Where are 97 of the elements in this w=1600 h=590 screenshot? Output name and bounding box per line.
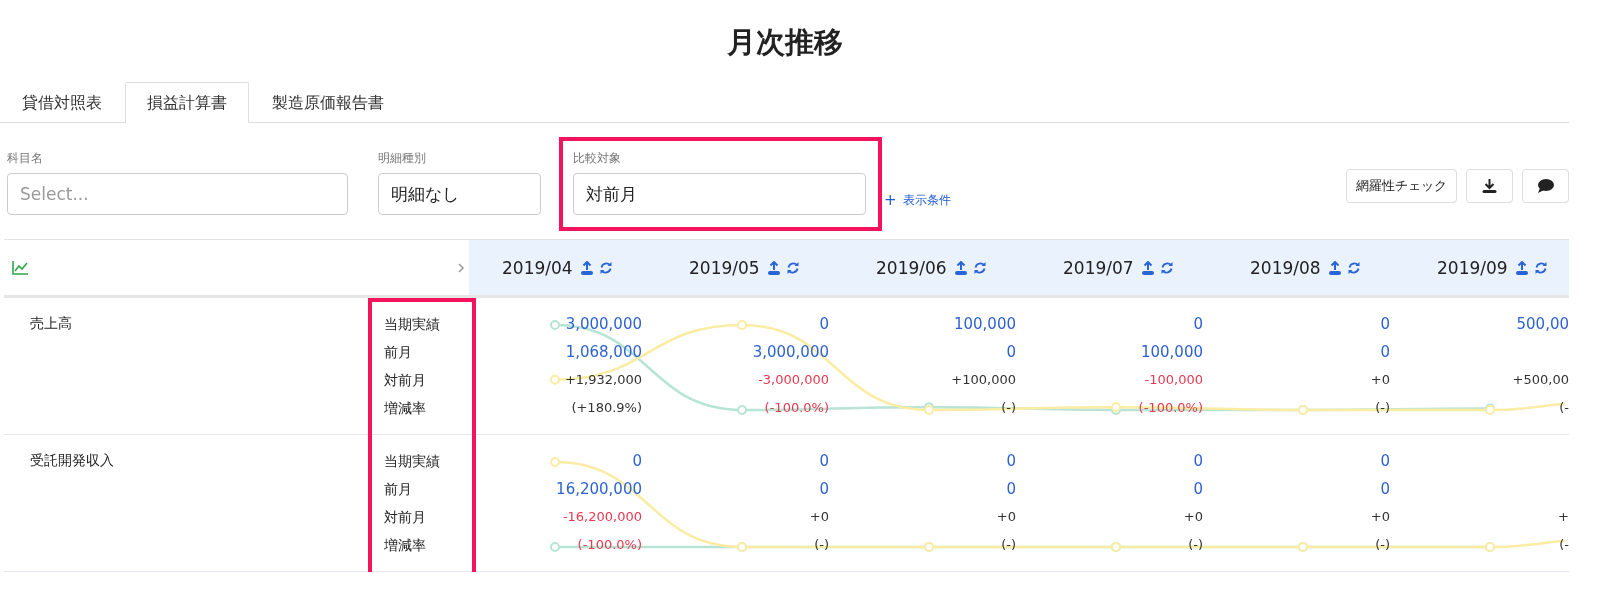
refresh-icon [1346,260,1361,275]
table-cell: 0 [1380,315,1390,333]
metric-label: 前月 [383,480,413,499]
data-point [737,405,747,415]
metric-label: 増減率 [383,399,427,418]
table-cell: 0 [1380,343,1390,361]
account-name: 受託開発収入 [29,451,115,470]
table-cell: +500,00 [1512,372,1569,387]
table-cell: 0 [1006,452,1016,470]
table-cell: + [1558,509,1569,524]
table-cell: 0 [1006,343,1016,361]
data-point [550,542,560,552]
table-cell: +0 [1370,509,1390,524]
month-header: 2019/06 [876,257,947,278]
speech-bubble-icon [1536,178,1555,194]
upload-icon [1514,260,1529,275]
table-cell: -100,000 [1144,372,1203,387]
table-cell: 3,000,000 [752,343,829,361]
table-cell: (-) [1375,537,1390,552]
table-cell: +0 [809,509,829,524]
refresh-icon [1159,260,1174,275]
table-cell: (-) [1188,537,1203,552]
select-field[interactable]: 対前月 [573,173,866,215]
table-cell: -16,200,000 [562,509,642,524]
metric-label: 対前月 [383,371,427,390]
download-icon [1481,178,1498,194]
table-cell: +0 [1370,372,1390,387]
table-cell: 0 [632,452,642,470]
table-cell: (-100.0%) [577,537,642,552]
page-title: 月次推移 [726,24,843,61]
refresh-icon [1533,260,1548,275]
table-cell: (-100.0%) [764,400,829,415]
table-cell: +100,000 [951,372,1016,387]
table-cell: 0 [1193,315,1203,333]
table-cell: (-100.0%) [1138,400,1203,415]
data-point [550,320,560,330]
table-cell: 500,00 [1516,315,1569,333]
chevron-icon [458,262,465,273]
metric-label: 前月 [383,343,413,362]
check-button[interactable]: 網羅性チェック [1346,169,1457,203]
table-cell: -3,000,000 [758,372,829,387]
table-cell: +0 [1183,509,1203,524]
month-header: 2019/08 [1250,257,1321,278]
table-cell: (-) [814,537,829,552]
add-condition-link[interactable]: + 表示条件 [884,191,951,209]
table-cell: 0 [1380,452,1390,470]
table-cell: 0 [819,480,829,498]
tab[interactable]: 製造原価報告書 [250,82,406,122]
metric-label: 増減率 [383,536,427,555]
upload-icon [953,260,968,275]
line-chart-icon [12,260,29,275]
upload-icon [579,260,594,275]
month-header: 2019/04 [502,257,573,278]
tab[interactable]: 損益計算書 [125,82,249,123]
table-cell: 0 [819,315,829,333]
table-cell: 1,068,000 [565,343,642,361]
table-cell: 0 [1193,452,1203,470]
table-cell: 100,000 [953,315,1016,333]
table-cell: (-) [1001,537,1016,552]
refresh-icon [972,260,987,275]
field-label: 科目名 [7,150,44,167]
table-cell: (-) [1375,400,1390,415]
comment-button[interactable] [1522,169,1569,203]
month-header: 2019/07 [1063,257,1134,278]
table-cell: (- [1559,400,1569,415]
table-cell: 0 [1193,480,1203,498]
account-name: 売上高 [29,314,73,333]
table-cell: +1,932,000 [564,372,642,387]
upload-icon [1140,260,1155,275]
metric-label: 対前月 [383,508,427,527]
table-cell: +0 [996,509,1016,524]
data-point [737,320,747,330]
upload-icon [1327,260,1342,275]
metric-label: 当期実績 [383,452,441,471]
upload-icon [766,260,781,275]
table-cell: 3,000,000 [565,315,642,333]
data-point [550,374,560,385]
table-cell: 0 [819,452,829,470]
month-header: 2019/05 [689,257,760,278]
download-button[interactable] [1466,169,1513,203]
tab[interactable]: 貸借対照表 [0,82,124,122]
table-cell: 100,000 [1140,343,1203,361]
table-cell: 0 [1380,480,1390,498]
select-field[interactable]: 明細なし [378,173,541,215]
table-cell: (-) [1001,400,1016,415]
field-label: 比較対象 [573,150,622,167]
refresh-icon [598,260,613,275]
field-label: 明細種別 [378,150,427,167]
table-cell: (- [1559,537,1569,552]
data-point [550,457,560,467]
refresh-icon [785,260,800,275]
month-header: 2019/09 [1437,257,1508,278]
select-field[interactable]: Select... [7,173,348,215]
table-cell: 16,200,000 [556,480,642,498]
metric-label: 当期実績 [383,315,441,334]
table-cell: (+180.9%) [571,400,642,415]
table-cell: 0 [1006,480,1016,498]
